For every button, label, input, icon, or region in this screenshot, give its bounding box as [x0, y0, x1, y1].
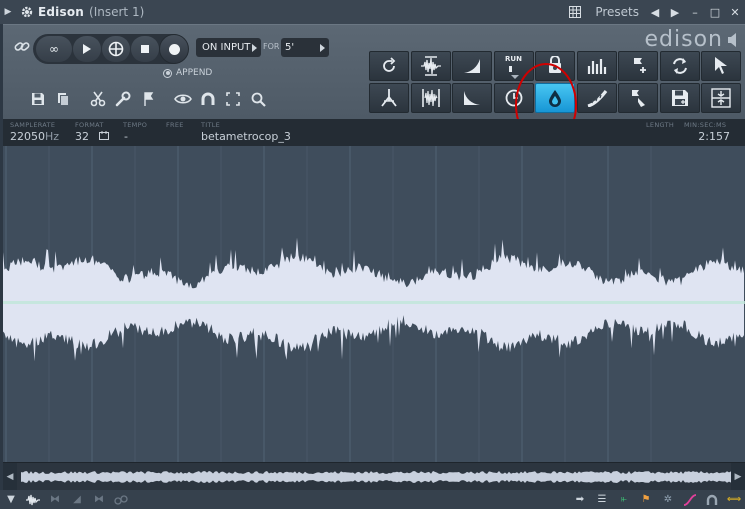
marker-icon[interactable]: [137, 88, 159, 110]
trim-tool-button[interactable]: [410, 83, 451, 113]
waveform-shape: [3, 237, 744, 362]
wrench-icon[interactable]: [112, 88, 134, 110]
copy-icon[interactable]: [52, 88, 74, 110]
collapse-arrow-icon[interactable]: ▶: [0, 7, 16, 17]
cut-icon[interactable]: [87, 88, 109, 110]
presets-label[interactable]: Presets: [595, 5, 639, 19]
edison-logo: edison: [644, 27, 723, 52]
run-label: RUN: [505, 55, 522, 63]
title-bar: ▶ Edison (Insert 1) Presets ◀ ▶ – □ ✕: [0, 0, 745, 24]
normalize-tool-button[interactable]: [410, 51, 451, 81]
speaker-icon: [727, 32, 737, 51]
scrub-button[interactable]: [102, 36, 130, 62]
loop-tool-button[interactable]: [369, 51, 409, 81]
scroll-right-icon[interactable]: ▶: [731, 463, 745, 491]
snowflake-icon[interactable]: ✲: [657, 490, 679, 509]
ramp-icon[interactable]: ◢: [66, 490, 88, 509]
select-all-icon[interactable]: [222, 88, 244, 110]
waveform-view[interactable]: [3, 146, 745, 462]
play-button[interactable]: [73, 36, 101, 62]
format-label: FORMAT: [75, 121, 104, 129]
window-subtitle: (Insert 1): [89, 5, 145, 19]
length-value: 2:157: [698, 130, 730, 143]
stop-button[interactable]: [131, 36, 159, 62]
bowtie-icon[interactable]: ⧓: [44, 490, 66, 509]
edit-tools: [27, 87, 272, 111]
bottom-bar: ▼ ⧓ ◢ ⧓ ➡ ☰ ⫦ ⚑ ✲ ⟺: [0, 490, 745, 509]
overview-waveform: [21, 471, 731, 483]
title-label: TITLE: [201, 121, 221, 129]
toolbar: ∞ ON INPUT FOR 5' APPEND edison RUN: [3, 24, 745, 119]
free-label: FREE: [166, 121, 184, 129]
loop-button[interactable]: ∞: [36, 36, 72, 62]
scroll-left-icon[interactable]: ◀: [3, 463, 17, 491]
window-title: Edison: [38, 5, 85, 19]
save-icon[interactable]: [27, 88, 49, 110]
bowtie-alt-icon[interactable]: ⧓: [88, 490, 110, 509]
marker-tag-tool-button[interactable]: [618, 83, 658, 113]
fade-out-tool-button[interactable]: [452, 83, 492, 113]
waveform-graph: [3, 146, 745, 462]
time-format-label: MIN:SEC:MS: [684, 121, 727, 129]
link-small-icon[interactable]: [110, 490, 132, 509]
insert-tool-button[interactable]: [701, 83, 741, 113]
browser-grid-icon[interactable]: [565, 0, 585, 24]
append-label: APPEND: [176, 68, 213, 78]
gear-icon[interactable]: [16, 0, 38, 24]
samplerate-label: SAMPLERATE: [10, 121, 56, 129]
format-value[interactable]: 32: [75, 130, 109, 143]
resize-arrows-icon[interactable]: ⟺: [723, 490, 745, 509]
zoom-icon[interactable]: [247, 88, 269, 110]
minimize-icon[interactable]: –: [685, 0, 705, 24]
maximize-icon[interactable]: □: [705, 0, 725, 24]
list-icon[interactable]: ☰: [591, 490, 613, 509]
snap-magnet-icon[interactable]: [197, 88, 219, 110]
info-bar: SAMPLERATE 22050Hz FORMAT 32 TEMPO - FRE…: [3, 119, 745, 146]
record-button[interactable]: [159, 34, 189, 64]
save-tool-button[interactable]: [659, 83, 700, 113]
close-icon[interactable]: ✕: [725, 0, 745, 24]
region-icon[interactable]: ⫦: [613, 490, 635, 509]
duration-select[interactable]: 5': [281, 38, 329, 57]
overview-shape: [21, 471, 731, 483]
for-label: FOR: [263, 42, 280, 51]
tempo-value[interactable]: -: [124, 130, 128, 143]
overview-scrollbar[interactable]: ◀ ▶: [3, 462, 745, 491]
curve-icon[interactable]: [679, 490, 701, 509]
append-radio-icon[interactable]: [163, 68, 172, 78]
declick-tool-button[interactable]: [369, 83, 409, 113]
eye-icon[interactable]: [172, 88, 194, 110]
title-value[interactable]: betametrocop_3: [201, 130, 291, 143]
cursor-tool-button[interactable]: [701, 51, 741, 81]
arrow-right-icon[interactable]: ➡: [569, 490, 591, 509]
preset-prev-icon[interactable]: ◀: [645, 0, 665, 24]
spectral-tool-button[interactable]: [576, 83, 617, 113]
menu-arrow-icon[interactable]: ▼: [0, 490, 22, 509]
edison-window: ▶ Edison (Insert 1) Presets ◀ ▶ – □ ✕ ∞: [0, 0, 745, 509]
tempo-label: TEMPO: [123, 121, 148, 129]
add-marker-tool-button[interactable]: [618, 51, 658, 81]
convert-tool-button[interactable]: [659, 51, 700, 81]
equalize-tool-button[interactable]: [576, 51, 617, 81]
record-source-select[interactable]: ON INPUT: [196, 38, 261, 57]
link-icon[interactable]: [12, 37, 32, 57]
length-label: LENGTH: [646, 121, 675, 129]
waveform-mode-icon[interactable]: [22, 490, 44, 509]
flag-icon[interactable]: ⚑: [635, 490, 657, 509]
fade-in-tool-button[interactable]: [452, 51, 492, 81]
samplerate-value[interactable]: 22050Hz: [10, 130, 59, 143]
preset-next-icon[interactable]: ▶: [665, 0, 685, 24]
append-option[interactable]: APPEND: [163, 68, 212, 78]
center-line: [3, 301, 745, 304]
magnet-icon[interactable]: [701, 490, 723, 509]
